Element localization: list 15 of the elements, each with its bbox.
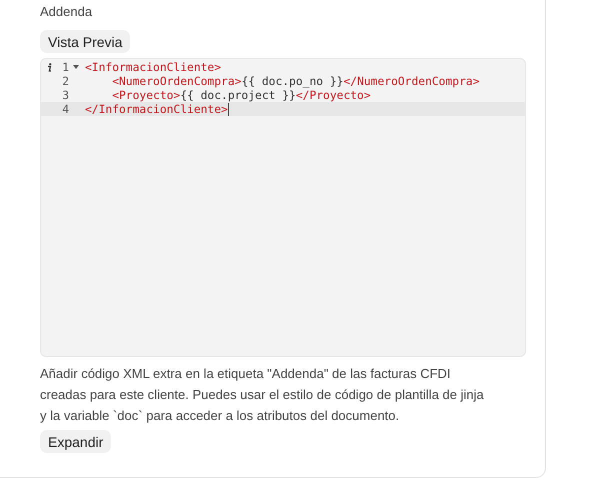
code-text: </InformacionCliente> bbox=[85, 102, 229, 116]
line-number: 4 bbox=[61, 102, 69, 116]
line-number: 3 bbox=[61, 88, 69, 102]
help-text: Añadir código XML extra en la etiqueta "Addenda" de las facturas CFDI creadas para este cliente. Puedes usar el estilo de código de plantilla de jinja y la variable `doc` para acceder a los atributos del documento. bbox=[40, 365, 485, 425]
code-text: <InformacionCliente> bbox=[85, 60, 222, 74]
line-number: 1 bbox=[61, 60, 69, 74]
line-number: 2 bbox=[61, 74, 69, 88]
code-text: <NumeroOrdenCompra>{{ doc.po_no }}</NumeroOrdenCompra> bbox=[111, 74, 480, 88]
expand-button[interactable]: Expandir bbox=[40, 430, 112, 453]
code-text: <Proyecto>{{ doc.project }}</Proyecto> bbox=[111, 88, 371, 102]
preview-button[interactable]: Vista Previa bbox=[40, 30, 130, 53]
code-editor[interactable]: 1 <InformacionCliente> 2 <NumeroOrdenCompra>{{ doc.po_no }}</NumeroOrdenCompra> 3 <Proyecto>{{ doc.project }}</Proyecto> 4 </InformacionCliente> bbox=[40, 58, 526, 357]
field-label: Addenda bbox=[40, 4, 92, 21]
fold-caret-icon[interactable] bbox=[73, 65, 79, 69]
text-cursor bbox=[228, 102, 229, 116]
